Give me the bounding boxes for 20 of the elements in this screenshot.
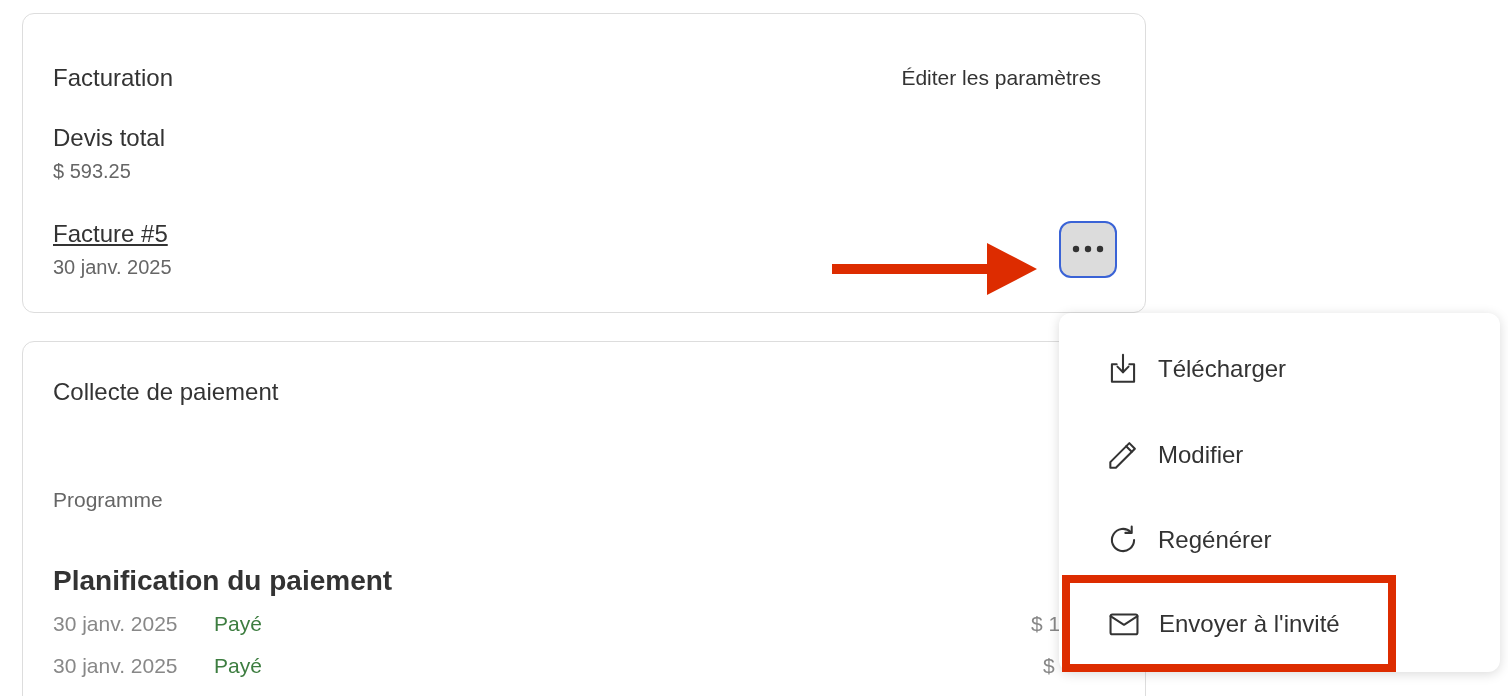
menu-item[interactable]: Modifier [1059,411,1500,498]
edit-settings-link[interactable]: Éditer les paramètres [901,62,1101,94]
payment-date: 30 janv. 2025 [53,653,179,679]
ellipsis-icon [1071,245,1105,253]
program-label: Programme [53,487,164,513]
payment-amount: $ 1 [1031,610,1062,637]
total-label: Devis total [53,123,167,153]
schedule-title: Planification du paiement [53,563,394,598]
payment-amount: $ [1042,653,1056,679]
menu-item[interactable]: Envoyer à l'invité [1062,575,1396,672]
card-title: Facturation [53,63,174,93]
invoice-link[interactable]: Facture #5 [53,216,168,252]
payment-status: Payé [214,610,262,637]
payment-date: 30 janv. 2025 [53,610,179,637]
menu-item[interactable]: Télécharger [1059,326,1500,412]
more-button[interactable] [1059,220,1117,278]
total-value: $ 593.25 [53,159,132,184]
payment-status: Payé [214,653,262,679]
invoice-date: 30 janv. 2025 [53,255,172,280]
card-title: Collecte de paiement [53,377,280,407]
